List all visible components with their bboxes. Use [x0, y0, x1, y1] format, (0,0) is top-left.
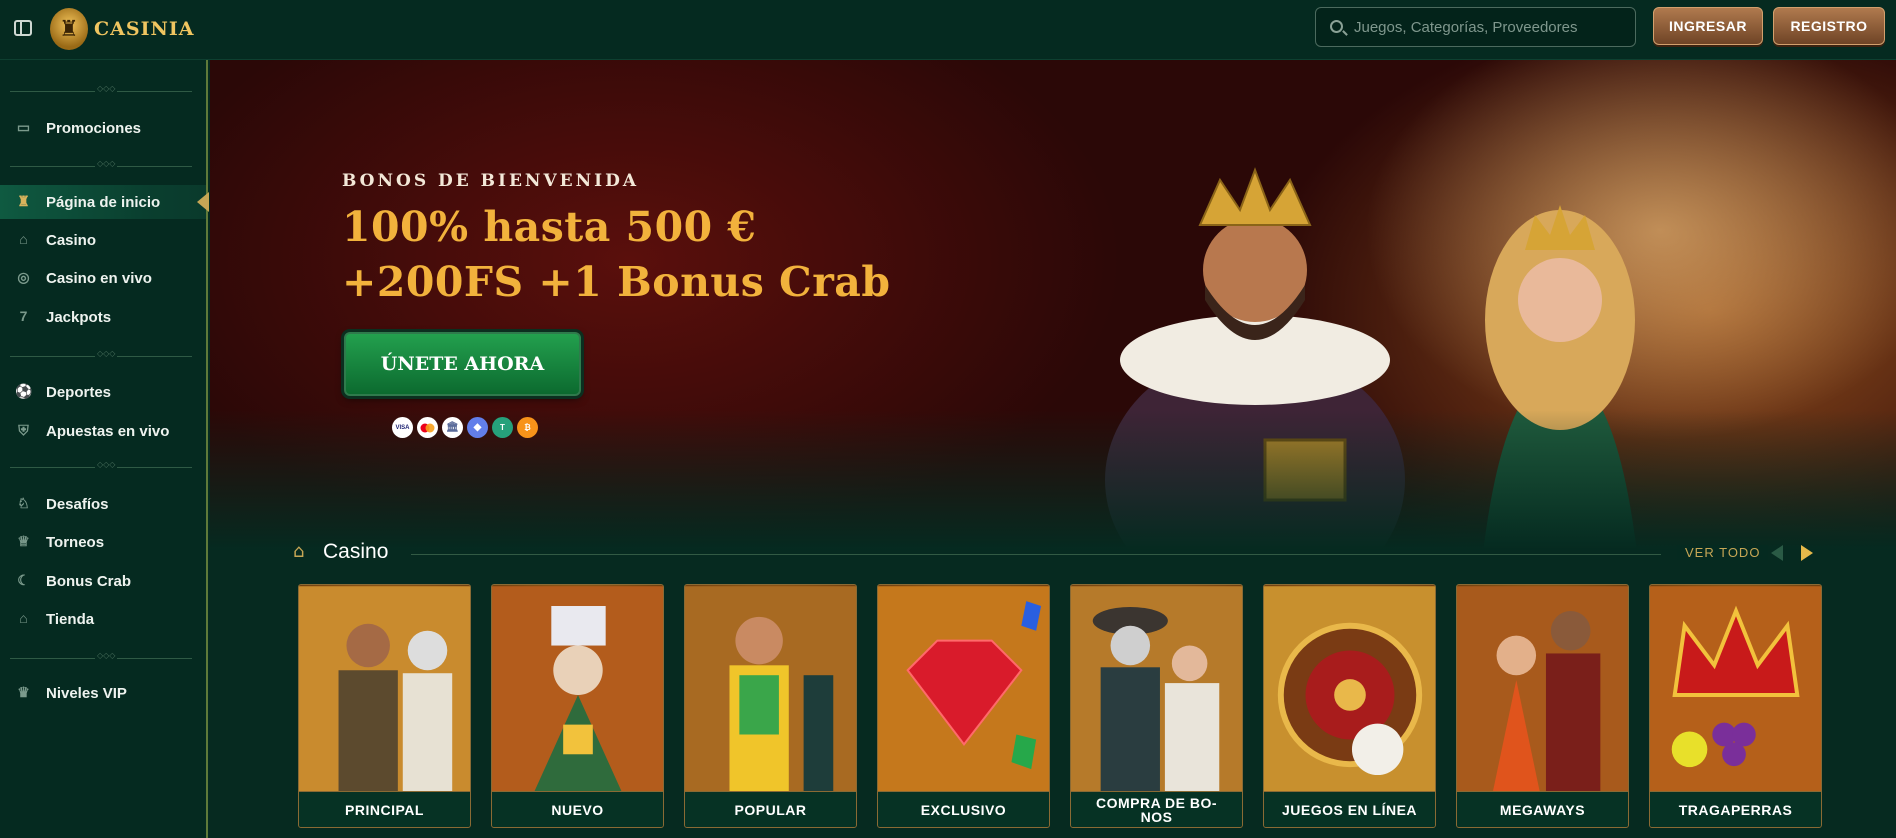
- section-title: Casino: [323, 540, 389, 563]
- search-icon: [1330, 20, 1343, 33]
- sidebar-item-apuestas-en-vivo[interactable]: ⛨ Apuestas en vivo: [0, 414, 206, 448]
- sidebar-item-label: Bonus Crab: [46, 572, 132, 590]
- view-all-link[interactable]: VER TODO: [1677, 545, 1769, 560]
- carousel-prev-icon[interactable]: [1771, 545, 1783, 561]
- category-card-megaways[interactable]: MEGAWAYS: [1456, 584, 1629, 828]
- hero-title-line1: 100% hasta 500 €: [342, 203, 757, 251]
- section-divider: [411, 554, 1661, 555]
- gift-box-icon: ▭: [16, 119, 31, 135]
- crown-icon: ♛: [17, 684, 30, 700]
- category-card-principal[interactable]: PRINCIPAL: [298, 584, 471, 828]
- category-label: JUEGOS EN LÍNEA: [1264, 791, 1435, 827]
- sidebar-item-label: Promociones: [46, 119, 142, 137]
- hero-title-line2: +200FS +1 Bonus Crab: [342, 258, 891, 306]
- ruby-gem-illustration: [878, 586, 1049, 798]
- ethereum-icon: ◆: [467, 417, 488, 438]
- sidebar-item-casino-en-vivo[interactable]: ◎ Casino en vivo: [0, 261, 206, 295]
- sidebar-item-bonus-crab[interactable]: ☾ Bonus Crab: [0, 564, 206, 598]
- category-label: COMPRA DE BO-NOS: [1071, 791, 1242, 827]
- casino-section-header: ⌂ Casino VER TODO: [293, 538, 1823, 568]
- sidebar-divider: [10, 349, 192, 358]
- sidebar-item-casino[interactable]: ⌂ Casino: [0, 223, 206, 257]
- sidebar-item-tienda[interactable]: ⌂ Tienda: [0, 602, 206, 636]
- mastercard-icon: [417, 417, 438, 438]
- adventurer-illustration: [299, 586, 470, 798]
- top-bar: ♜ CASINIA INGRESAR REGISTRO: [0, 0, 1896, 60]
- category-card-compra-de-bonos[interactable]: COMPRA DE BO-NOS: [1070, 584, 1243, 828]
- category-card-nuevo[interactable]: NUEVO: [491, 584, 664, 828]
- roulette-illustration: [1264, 586, 1435, 798]
- sidebar-item-label: Página de inicio: [46, 193, 161, 211]
- tether-icon: T: [492, 417, 513, 438]
- brand-logo[interactable]: ♜ CASINIA: [50, 8, 194, 50]
- bank-icon: 🏛: [442, 417, 463, 438]
- category-label: NUEVO: [492, 791, 663, 827]
- search-box[interactable]: [1315, 7, 1636, 47]
- join-now-button[interactable]: ÚNETE AHORA: [344, 332, 581, 396]
- category-label: TRAGAPERRAS: [1650, 791, 1821, 827]
- sidebar-item-label: Deportes: [46, 383, 112, 401]
- brand-name: CASINIA: [94, 18, 195, 40]
- crown-fruit-illustration: [1650, 586, 1821, 798]
- sidebar-item-label: Torneos: [46, 533, 105, 551]
- sidebar-item-promociones[interactable]: ▭ Promociones: [0, 111, 206, 145]
- category-label: POPULAR: [685, 791, 856, 827]
- sidebar-divider: [10, 84, 192, 93]
- bandits-illustration: [1071, 586, 1242, 798]
- sidebar-item-desafios[interactable]: ♘ Desafíos: [0, 487, 206, 521]
- payment-methods: VISA 🏛 ◆ T ₿: [392, 417, 538, 438]
- couple-illustration: [1457, 586, 1628, 798]
- category-card-tragaperras[interactable]: TRAGAPERRAS: [1649, 584, 1822, 828]
- magician-illustration: [492, 586, 663, 798]
- carousel-next-icon[interactable]: [1801, 545, 1813, 561]
- sidebar-divider: [10, 460, 192, 469]
- sidebar-divider: [10, 159, 192, 168]
- register-button[interactable]: REGISTRO: [1773, 7, 1885, 45]
- crab-icon: ☾: [17, 572, 30, 588]
- category-label: MEGAWAYS: [1457, 791, 1628, 827]
- castle-logo-icon: ♜: [50, 8, 88, 50]
- sidebar-item-label: Tienda: [46, 610, 95, 628]
- fisherman-illustration: [685, 586, 856, 798]
- soccer-ball-icon: ⚽: [15, 383, 33, 399]
- sidebar: ▭ Promociones ♜ Página de inicio ⌂ Casin…: [0, 60, 209, 838]
- shop-icon: ⌂: [19, 610, 28, 626]
- hero-subtitle: BONOS DE BIENVENIDA: [342, 171, 640, 191]
- category-card-exclusivo[interactable]: EXCLUSIVO: [877, 584, 1050, 828]
- visa-icon: VISA: [392, 417, 413, 438]
- sidebar-item-deportes[interactable]: ⚽ Deportes: [0, 375, 206, 409]
- category-card-juegos-en-linea[interactable]: JUEGOS EN LÍNEA: [1263, 584, 1436, 828]
- hero-banner[interactable]: BONOS DE BIENVENIDA 100% hasta 500 € +20…: [210, 60, 1896, 550]
- sidebar-toggle-icon[interactable]: [14, 20, 32, 36]
- sidebar-item-pagina-de-inicio[interactable]: ♜ Página de inicio: [0, 185, 209, 219]
- castle-icon: ♜: [17, 193, 30, 209]
- bitcoin-icon: ₿: [517, 417, 538, 438]
- category-label: EXCLUSIVO: [878, 791, 1049, 827]
- sidebar-item-label: Niveles VIP: [46, 684, 127, 702]
- challenge-icon: ♘: [17, 495, 30, 511]
- sidebar-item-label: Apuestas en vivo: [46, 422, 170, 440]
- category-cards: PRINCIPAL NUEVO POPULAR EXCLUSIVO COMPRA…: [298, 584, 1822, 828]
- category-label: PRINCIPAL: [299, 791, 470, 827]
- sidebar-item-label: Casino en vivo: [46, 269, 152, 287]
- category-card-popular[interactable]: POPULAR: [684, 584, 857, 828]
- sidebar-item-torneos[interactable]: ♕ Torneos: [0, 525, 206, 559]
- search-input[interactable]: [1354, 18, 1635, 36]
- seven-icon: 7: [19, 308, 28, 324]
- sidebar-item-label: Desafíos: [46, 495, 109, 513]
- sidebar-item-niveles-vip[interactable]: ♛ Niveles VIP: [0, 676, 206, 710]
- sidebar-item-jackpots[interactable]: 7 Jackpots: [0, 300, 206, 334]
- sidebar-item-label: Jackpots: [46, 308, 112, 326]
- login-button[interactable]: INGRESAR: [1653, 7, 1763, 45]
- sidebar-divider: [10, 651, 192, 660]
- casino-icon: ⌂: [293, 541, 305, 562]
- live-chip-icon: ◎: [17, 269, 30, 285]
- app: ♜ CASINIA INGRESAR REGISTRO ▭ Promocione…: [0, 0, 1896, 838]
- hero-title: 100% hasta 500 € +200FS +1 Bonus Crab: [342, 200, 891, 310]
- live-bet-icon: ⛨: [18, 422, 29, 438]
- casino-icon: ⌂: [19, 231, 28, 247]
- sidebar-item-label: Casino: [46, 231, 97, 249]
- trophy-icon: ♕: [17, 533, 30, 549]
